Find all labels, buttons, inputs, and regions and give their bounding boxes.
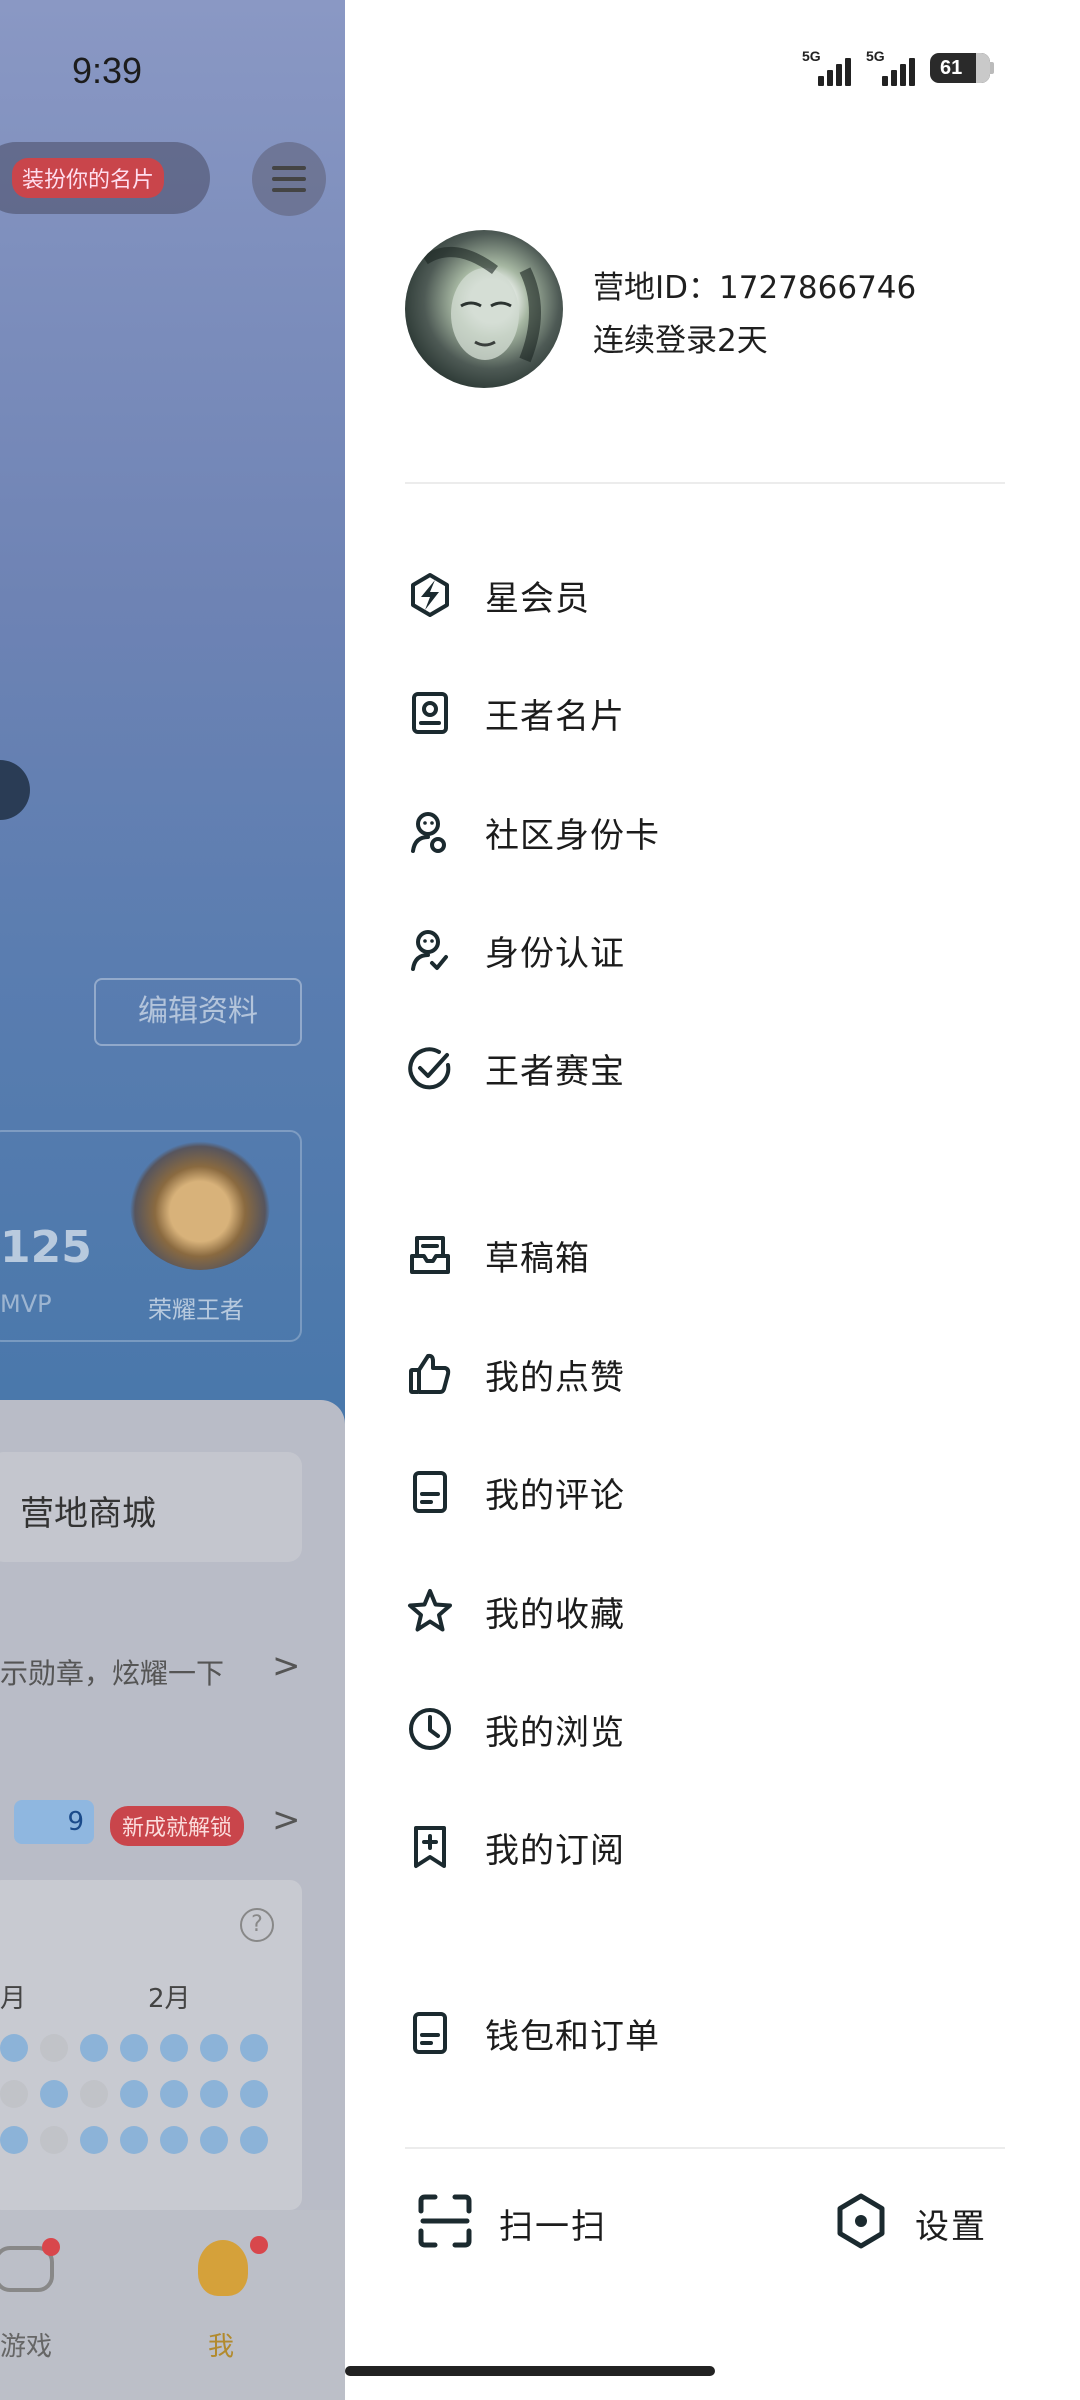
notification-dot (42, 2238, 60, 2256)
menu-item-label: 草稿箱 (485, 1238, 590, 1279)
help-icon: ? (240, 1908, 274, 1942)
menu-item-label: 社区身份卡 (485, 815, 660, 856)
menu-item-label: 王者名片 (485, 696, 625, 737)
star-icon (403, 1584, 457, 1638)
side-drawer: 5G 5G 61 营地ID：1727866746 连续登录2天 星会员 王者名片… (345, 0, 1080, 2400)
nav-me-label: 我 (208, 2332, 235, 2362)
thumbs-up-icon (403, 1347, 457, 1401)
me-icon (198, 2240, 248, 2296)
menu-item-label: 我的评论 (485, 1475, 625, 1516)
camp-shop-button: 营地商城 (0, 1452, 302, 1562)
menu-item-king-card[interactable]: 王者名片 (403, 673, 1005, 753)
mvp-count: 125 (0, 1222, 92, 1273)
notification-dot (250, 2236, 268, 2254)
wallet-doc-icon (403, 2006, 457, 2060)
menu-item-king-treasure[interactable]: 王者赛宝 (403, 1028, 1005, 1108)
star-member-icon (403, 568, 457, 622)
clock-icon (403, 1702, 457, 1756)
user-badge-icon (403, 805, 457, 859)
battery-level: 61 (940, 57, 963, 79)
menu-item-label: 身份认证 (485, 933, 625, 974)
nav-games-label: 游戏 (0, 2332, 53, 2362)
menu-item-star-member[interactable]: 星会员 (403, 555, 1005, 635)
user-check-icon (403, 923, 457, 977)
menu-item-my-subscriptions[interactable]: 我的订阅 (403, 1807, 1005, 1887)
check-circle-icon (403, 1041, 457, 1095)
divider (405, 2147, 1005, 2149)
dress-up-badge: 装扮你的名片 (12, 158, 165, 198)
signal-icon: 5G (802, 48, 856, 88)
menu-item-my-favorites[interactable]: 我的收藏 (403, 1571, 1005, 1651)
rank-emblem-icon (130, 1140, 270, 1270)
menu-item-my-comments[interactable]: 我的评论 (403, 1452, 1005, 1532)
scan-icon (417, 2193, 473, 2253)
background-profile-page[interactable]: 9:39 装扮你的名片 编辑资料 125 MVP 荣耀王者 营地商城 示勋章，炫… (0, 0, 345, 2400)
star-level-badge: 9 (14, 1800, 94, 1844)
menu-item-my-history[interactable]: 我的浏览 (403, 1689, 1005, 1769)
gear-icon (833, 2193, 889, 2253)
edit-profile-button: 编辑资料 (94, 978, 302, 1046)
menu-item-label: 我的收藏 (485, 1594, 625, 1635)
id-card-icon (403, 686, 457, 740)
comment-doc-icon (403, 1465, 457, 1519)
menu-item-my-likes[interactable]: 我的点赞 (403, 1334, 1005, 1414)
camp-id: 营地ID：1727866746 (593, 270, 917, 306)
chevron-right-icon: > (272, 1646, 301, 1686)
calendar-month-label: 2月 (148, 1984, 191, 2014)
medal-hint: 示勋章，炫耀一下 (0, 1657, 225, 1690)
unlock-badge: 新成就解锁 (110, 1806, 245, 1846)
settings-button[interactable]: 设置 (833, 2178, 987, 2268)
scan-button[interactable]: 扫一扫 (417, 2178, 607, 2268)
dress-up-card-button: 装扮你的名片 (0, 142, 210, 214)
menu-item-label: 星会员 (485, 578, 590, 619)
home-indicator[interactable] (345, 2366, 715, 2376)
chevron-right-icon: > (272, 1800, 301, 1840)
mvp-label: MVP (0, 1290, 52, 1318)
menu-item-wallet-orders[interactable]: 钱包和订单 (403, 1993, 1005, 2073)
battery-icon: 61 (930, 53, 994, 83)
menu-item-label: 我的点赞 (485, 1357, 625, 1398)
menu-item-label: 我的订阅 (485, 1830, 625, 1871)
login-streak: 连续登录2天 (593, 323, 768, 359)
bookmark-plus-icon (403, 1820, 457, 1874)
draft-box-icon (403, 1228, 457, 1282)
menu-item-label: 我的浏览 (485, 1712, 625, 1753)
menu-item-community-id-card[interactable]: 社区身份卡 (403, 792, 1005, 872)
camp-shop-label: 营地商城 (20, 1494, 156, 1534)
calendar-dots (0, 2028, 274, 2166)
settings-label: 设置 (915, 2206, 987, 2247)
menu-item-label: 钱包和订单 (485, 2016, 660, 2057)
signal-icon: 5G (866, 48, 920, 88)
avatar[interactable] (405, 230, 563, 388)
divider (405, 482, 1005, 484)
menu-item-drafts[interactable]: 草稿箱 (403, 1215, 1005, 1295)
menu-item-identity-verify[interactable]: 身份认证 (403, 910, 1005, 990)
menu-item-label: 王者赛宝 (485, 1051, 625, 1092)
background-menu-icon (252, 142, 326, 216)
calendar-month-label: 月 (0, 1984, 27, 2014)
status-bar: 5G 5G 61 (802, 48, 994, 88)
background-avatar-edge (0, 760, 30, 820)
rank-label: 荣耀王者 (148, 1296, 244, 1324)
background-status-time: 9:39 (72, 50, 143, 91)
scan-label: 扫一扫 (499, 2206, 607, 2247)
